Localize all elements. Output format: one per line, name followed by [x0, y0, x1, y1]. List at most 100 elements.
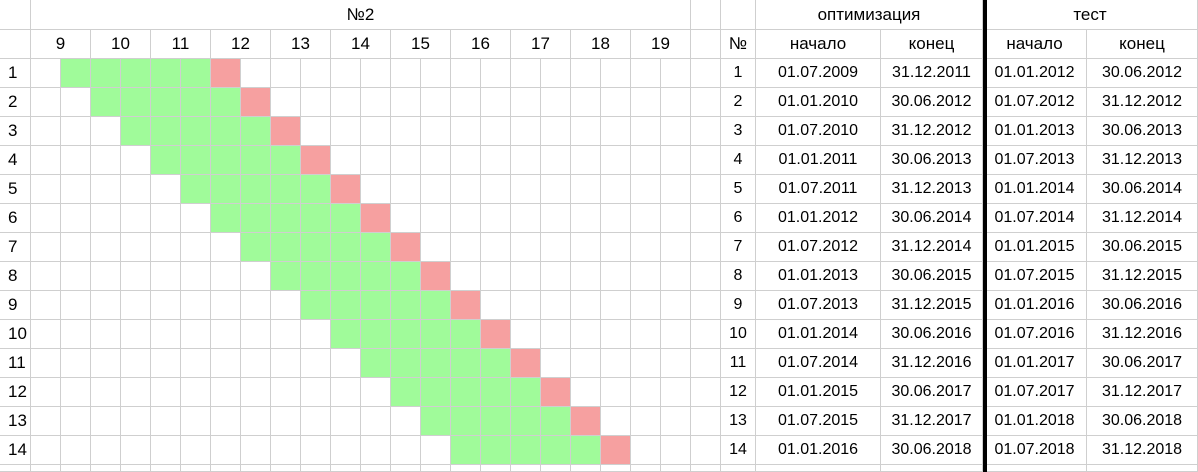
period-column-header[interactable]: 11: [151, 30, 211, 59]
empty-cell[interactable]: [601, 175, 631, 204]
empty-cell[interactable]: [151, 378, 181, 407]
optimization-cell[interactable]: [211, 117, 241, 146]
empty-cell[interactable]: [451, 88, 481, 117]
empty-cell[interactable]: [571, 262, 601, 291]
empty-cell[interactable]: [661, 436, 691, 465]
opt-end-date[interactable]: 31.12.2012: [881, 117, 983, 146]
empty-cell[interactable]: [121, 407, 151, 436]
column-header-opt-end[interactable]: конец: [881, 30, 983, 59]
optimization-cell[interactable]: [301, 233, 331, 262]
empty-cell[interactable]: [691, 0, 721, 30]
optimization-cell[interactable]: [181, 59, 211, 88]
opt-end-date[interactable]: 30.06.2013: [881, 146, 983, 175]
empty-cell[interactable]: [91, 262, 121, 291]
opt-end-date[interactable]: 30.06.2016: [881, 320, 983, 349]
optimization-cell[interactable]: [361, 320, 391, 349]
opt-start-date[interactable]: 01.01.2013: [756, 262, 881, 291]
empty-cell[interactable]: [61, 465, 91, 472]
optimization-cell[interactable]: [391, 320, 421, 349]
empty-cell[interactable]: [571, 88, 601, 117]
empty-cell[interactable]: [571, 378, 601, 407]
empty-cell[interactable]: [511, 146, 541, 175]
empty-cell[interactable]: [121, 349, 151, 378]
empty-cell[interactable]: [61, 146, 91, 175]
empty-cell[interactable]: [301, 407, 331, 436]
empty-cell[interactable]: [151, 291, 181, 320]
column-header-opt-start[interactable]: начало: [756, 30, 881, 59]
optimization-cell[interactable]: [421, 378, 451, 407]
empty-cell[interactable]: [661, 407, 691, 436]
empty-cell[interactable]: [691, 407, 721, 436]
opt-start-date[interactable]: 01.01.2016: [756, 436, 881, 465]
empty-cell[interactable]: [661, 59, 691, 88]
opt-start-date[interactable]: 01.07.2012: [756, 233, 881, 262]
table-row-number[interactable]: 10: [721, 320, 756, 349]
empty-cell[interactable]: [181, 233, 211, 262]
optimization-cell[interactable]: [301, 175, 331, 204]
optimization-cell[interactable]: [271, 262, 301, 291]
empty-cell[interactable]: [631, 233, 661, 262]
empty-cell[interactable]: [391, 204, 421, 233]
empty-cell[interactable]: [121, 378, 151, 407]
opt-start-date[interactable]: 01.01.2015: [756, 378, 881, 407]
empty-cell[interactable]: [541, 262, 571, 291]
empty-cell[interactable]: [421, 436, 451, 465]
empty-cell[interactable]: [571, 291, 601, 320]
empty-cell[interactable]: [271, 407, 301, 436]
empty-cell[interactable]: [691, 465, 721, 472]
test-end-date[interactable]: 30.06.2013: [1087, 117, 1198, 146]
table-row-number[interactable]: 13: [721, 407, 756, 436]
empty-cell[interactable]: [61, 117, 91, 146]
empty-cell[interactable]: [0, 0, 31, 30]
optimization-cell[interactable]: [391, 291, 421, 320]
optimization-cell[interactable]: [271, 204, 301, 233]
empty-cell[interactable]: [661, 320, 691, 349]
optimization-cell[interactable]: [151, 59, 181, 88]
empty-cell[interactable]: [31, 262, 61, 291]
empty-cell[interactable]: [91, 175, 121, 204]
empty-cell[interactable]: [421, 88, 451, 117]
empty-cell[interactable]: [601, 88, 631, 117]
empty-cell[interactable]: [211, 262, 241, 291]
row-number[interactable]: 4: [0, 146, 31, 175]
optimization-cell[interactable]: [271, 233, 301, 262]
empty-cell[interactable]: [31, 233, 61, 262]
empty-cell[interactable]: [691, 146, 721, 175]
optimization-cell[interactable]: [211, 175, 241, 204]
empty-cell[interactable]: [151, 233, 181, 262]
empty-cell[interactable]: [541, 291, 571, 320]
optimization-cell[interactable]: [481, 349, 511, 378]
empty-cell[interactable]: [691, 175, 721, 204]
table-row-number[interactable]: 1: [721, 59, 756, 88]
row-number[interactable]: 10: [0, 320, 31, 349]
empty-cell[interactable]: [61, 204, 91, 233]
empty-cell[interactable]: [511, 465, 541, 472]
empty-cell[interactable]: [271, 320, 301, 349]
empty-cell[interactable]: [541, 59, 571, 88]
period-column-header[interactable]: 12: [211, 30, 271, 59]
optimization-cell[interactable]: [211, 204, 241, 233]
empty-cell[interactable]: [151, 204, 181, 233]
empty-cell[interactable]: [391, 117, 421, 146]
optimization-cell[interactable]: [211, 88, 241, 117]
optimization-cell[interactable]: [241, 117, 271, 146]
optimization-cell[interactable]: [481, 436, 511, 465]
period-column-header[interactable]: 15: [391, 30, 451, 59]
empty-cell[interactable]: [181, 436, 211, 465]
empty-cell[interactable]: [1087, 465, 1198, 472]
empty-cell[interactable]: [301, 378, 331, 407]
empty-cell[interactable]: [691, 88, 721, 117]
test-cell[interactable]: [601, 436, 631, 465]
empty-cell[interactable]: [451, 175, 481, 204]
empty-cell[interactable]: [91, 320, 121, 349]
opt-end-date[interactable]: 30.06.2017: [881, 378, 983, 407]
column-header-test-start[interactable]: начало: [983, 30, 1087, 59]
empty-cell[interactable]: [121, 146, 151, 175]
empty-cell[interactable]: [181, 320, 211, 349]
row-number[interactable]: 8: [0, 262, 31, 291]
empty-cell[interactable]: [31, 59, 61, 88]
optimization-cell[interactable]: [241, 175, 271, 204]
empty-cell[interactable]: [601, 407, 631, 436]
test-cell[interactable]: [481, 320, 511, 349]
empty-cell[interactable]: [301, 436, 331, 465]
